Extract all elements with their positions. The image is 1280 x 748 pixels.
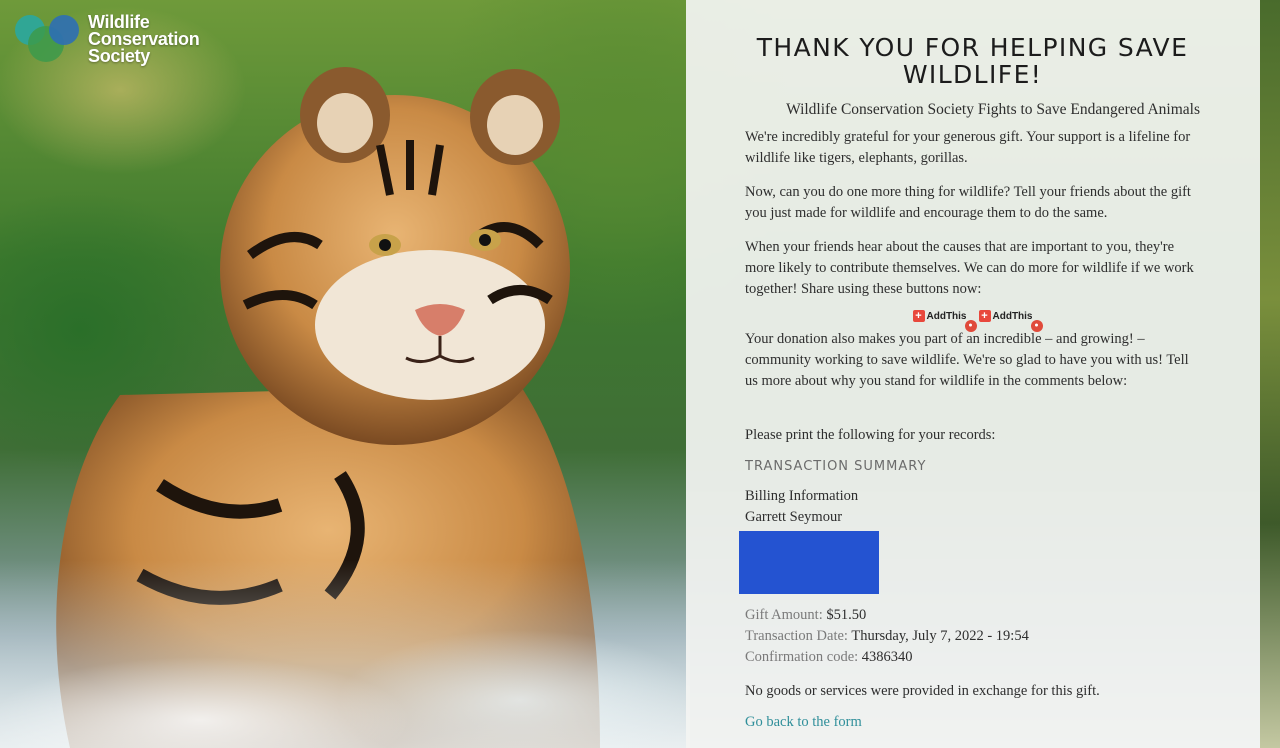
addthis-label: AddThis (992, 310, 1033, 322)
right-background-strip (1260, 0, 1280, 748)
page-subtitle: Wildlife Conservation Society Fights to … (786, 101, 1200, 118)
share-buttons: + AddThis ● + AddThis ● (745, 303, 1200, 332)
badge-icon: ● (964, 320, 977, 332)
billing-information-label: Billing Information (745, 488, 859, 504)
redacted-address-block (739, 531, 879, 594)
badge-icon: ● (1030, 320, 1043, 332)
plus-icon: + (912, 310, 925, 322)
transaction-summary-heading: TRANSACTION SUMMARY (745, 459, 927, 474)
plus-icon: + (978, 310, 991, 322)
confirmation-code-label: Confirmation code: (745, 649, 859, 665)
water-splash (0, 560, 690, 748)
paragraph-community: Your donation also makes you part of an … (745, 331, 1189, 389)
wcs-logo-icon (15, 15, 79, 62)
confirmation-code-value: 4386340 (861, 649, 913, 665)
transaction-date-label: Transaction Date: (745, 628, 848, 644)
go-back-link[interactable]: Go back to the form (745, 714, 862, 731)
wcs-logo[interactable]: Wildlife Conservation Society (12, 13, 200, 66)
paragraph-tell-friends: Now, can you do one more thing for wildl… (745, 184, 1191, 221)
print-note: Please print the following for your reco… (745, 427, 996, 443)
transaction-date-value: Thursday, July 7, 2022 - 19:54 (851, 628, 1029, 644)
addthis-label: AddThis (926, 310, 967, 322)
addthis-button-1[interactable]: + AddThis ● (912, 309, 977, 332)
no-goods-notice: No goods or services were provided in ex… (745, 683, 1100, 699)
transaction-date-row: Transaction Date: Thursday, July 7, 2022… (745, 626, 1200, 647)
gift-amount-row: Gift Amount: $51.50 (745, 605, 1200, 626)
confirmation-code-row: Confirmation code: 4386340 (745, 647, 1200, 668)
thank-you-panel: THANK YOU FOR HELPING SAVE WILDLIFE! Wil… (686, 0, 1260, 748)
addthis-button-2[interactable]: + AddThis ● (978, 309, 1043, 332)
gift-amount-value: $51.50 (826, 607, 867, 623)
wcs-logo-text: Wildlife Conservation Society (88, 13, 200, 66)
paragraph-grateful: We're incredibly grateful for your gener… (745, 129, 1191, 166)
gift-amount-label: Gift Amount: (745, 607, 823, 623)
logo-line-3: Society (88, 46, 150, 66)
page-title: THANK YOU FOR HELPING SAVE WILDLIFE! (756, 33, 1189, 89)
billing-name: Garrett Seymour (745, 509, 843, 525)
paragraph-share-prompt: When your friends hear about the causes … (745, 239, 1194, 297)
